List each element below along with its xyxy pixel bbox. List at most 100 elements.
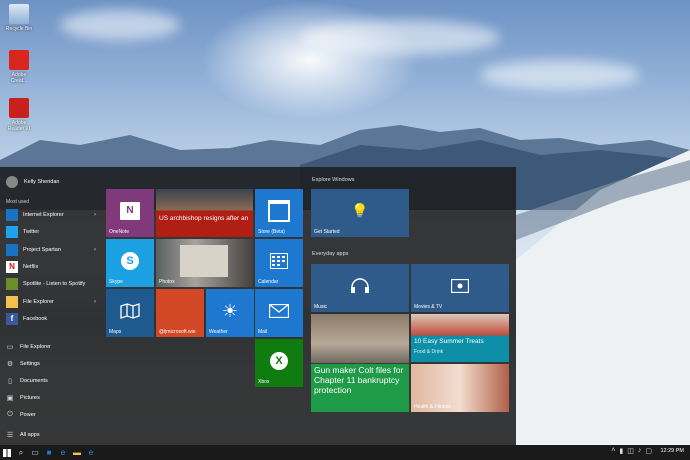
- tile-xbox[interactable]: X Xbox: [255, 339, 303, 387]
- adobe-reader-icon: [9, 98, 29, 118]
- netflix-icon: N: [6, 261, 18, 273]
- chevron-right-icon[interactable]: ›: [94, 247, 96, 253]
- tile-movies-tv[interactable]: Movies & TV: [411, 264, 509, 312]
- taskbar-file-explorer[interactable]: ▬: [70, 445, 84, 460]
- desktop-icon-adobe-reader[interactable]: Adobe Reader XI: [4, 98, 34, 132]
- app-netflix[interactable]: N Netflix: [6, 260, 96, 274]
- system-label: Power: [20, 412, 36, 418]
- system-label: Documents: [20, 378, 48, 384]
- tile-health-fitness[interactable]: Health & Fitness: [411, 364, 509, 412]
- browser-icon: e: [88, 448, 94, 457]
- store-bag-icon: [268, 199, 290, 222]
- news-headline: US archbishop resigns after an: [159, 215, 249, 222]
- app-internet-explorer[interactable]: Internet Explorer ›: [6, 208, 96, 222]
- chevron-up-icon[interactable]: ˄: [611, 447, 615, 455]
- app-spotlite[interactable]: Spotlite - Listen to Spotify: [6, 277, 96, 291]
- tile-label: Health & Fitness: [414, 404, 451, 410]
- taskbar-clock[interactable]: 12:29 PM: [660, 448, 684, 454]
- battery-icon[interactable]: ▮: [619, 447, 623, 455]
- tile-onenote[interactable]: N OneNote: [106, 189, 154, 237]
- chevron-right-icon[interactable]: ›: [94, 212, 96, 218]
- taskbar-internet-explorer[interactable]: e: [56, 445, 70, 460]
- app-label: Twitter: [23, 229, 40, 235]
- app-twitter[interactable]: Twitter: [6, 225, 96, 239]
- tile-food-drink[interactable]: 10 Easy Summer Treats Food & Drink: [411, 314, 509, 362]
- tile-music[interactable]: Music: [311, 264, 409, 312]
- tile-mail[interactable]: Mail: [255, 289, 303, 337]
- task-view-button[interactable]: ▭: [28, 445, 42, 460]
- app-label: Netflix: [23, 264, 39, 270]
- tile-office[interactable]: @ijmicrosoft.wie: [156, 289, 204, 337]
- system-pictures[interactable]: ▣ Pictures: [6, 392, 40, 404]
- tile-news[interactable]: US archbishop resigns after an: [156, 189, 253, 237]
- app-label: Internet Explorer: [23, 212, 64, 218]
- store-icon: ■: [46, 448, 52, 457]
- skype-icon: S: [121, 251, 139, 270]
- xbox-icon: X: [270, 351, 288, 370]
- tile-label: Music: [314, 304, 328, 310]
- windows-logo-icon: [3, 448, 11, 457]
- user-avatar: [6, 176, 18, 188]
- system-label: File Explorer: [20, 344, 51, 350]
- system-power[interactable]: ⏻ Power: [6, 409, 36, 421]
- desktop-icon-recycle-bin[interactable]: Recycle Bin: [4, 4, 34, 32]
- taskbar: ⌕ ▭ ■ e ▬ e ˄ ▮ ◫ ♪ ▢ 12:29 PM: [0, 445, 690, 460]
- food-title: 10 Easy Summer Treats: [414, 338, 484, 345]
- tile-weather[interactable]: ☀ Weather: [206, 289, 254, 337]
- list-icon: ☰: [6, 432, 14, 439]
- start-button[interactable]: [0, 445, 14, 460]
- tile-label: Mail: [258, 329, 268, 335]
- chevron-right-icon[interactable]: ›: [94, 299, 96, 305]
- system-tray: ˄ ▮ ◫ ♪ ▢: [611, 447, 652, 455]
- app-project-spartan[interactable]: Project Spartan ›: [6, 243, 96, 257]
- tile-skype[interactable]: S Skype: [106, 239, 154, 287]
- start-menu: Kelly Sheridan Most used Internet Explor…: [0, 167, 516, 445]
- tile-news-large[interactable]: Gun maker Colt files for Chapter 11 bank…: [311, 314, 409, 412]
- network-icon[interactable]: ◫: [627, 447, 634, 455]
- desktop-icon-adobe-creative[interactable]: Adobe Creat...: [4, 50, 34, 84]
- everyday-apps-header: Everyday apps: [312, 251, 349, 257]
- tile-label: Photos: [159, 279, 175, 285]
- user-account[interactable]: Kelly Sheridan: [6, 176, 59, 188]
- onenote-icon: N: [120, 201, 140, 220]
- tile-photos[interactable]: Photos: [156, 239, 253, 287]
- picture-icon: ▣: [6, 395, 14, 402]
- tile-label: Store (Beta): [258, 229, 285, 235]
- tile-label: Xbox: [258, 379, 270, 385]
- mail-envelope-icon: [269, 303, 289, 318]
- calendar-icon: [270, 252, 288, 269]
- system-file-explorer[interactable]: ▭ File Explorer: [6, 341, 51, 353]
- tile-get-started[interactable]: 💡 Get Started: [311, 189, 409, 237]
- tile-label: OneNote: [109, 229, 130, 235]
- desktop-icon-label: Adobe Creat...: [10, 72, 28, 84]
- volume-icon[interactable]: ♪: [638, 447, 642, 455]
- taskbar-store[interactable]: ■: [42, 445, 56, 460]
- system-all-apps[interactable]: ☰ All apps: [6, 429, 40, 441]
- spotlite-icon: [6, 278, 18, 290]
- app-label: Project Spartan: [23, 247, 61, 253]
- tile-store[interactable]: Store (Beta): [255, 189, 303, 237]
- action-center-icon[interactable]: ▢: [645, 447, 652, 455]
- search-button[interactable]: ⌕: [14, 445, 28, 460]
- most-used-header: Most used: [6, 199, 30, 205]
- tile-label: Skype: [109, 279, 123, 285]
- document-icon: ▯: [8, 378, 12, 385]
- gear-icon: ⚙: [6, 361, 14, 368]
- app-facebook[interactable]: f Facebook: [6, 312, 96, 326]
- tile-label: Weather: [209, 329, 228, 335]
- tile-calendar[interactable]: Calendar: [255, 239, 303, 287]
- desktop-icon-label: Recycle Bin: [5, 26, 33, 32]
- desktop-icon-label: Adobe Reader XI: [7, 120, 31, 132]
- photo-preview: [180, 245, 228, 277]
- taskbar-spartan[interactable]: e: [84, 445, 98, 460]
- app-file-explorer[interactable]: File Explorer ›: [6, 295, 96, 309]
- user-name: Kelly Sheridan: [24, 179, 60, 185]
- tile-maps[interactable]: Maps: [106, 289, 154, 337]
- app-label: Facebook: [23, 316, 48, 322]
- task-view-icon: ▭: [31, 448, 39, 457]
- system-label: All apps: [20, 432, 40, 438]
- system-settings[interactable]: ⚙ Settings: [6, 358, 40, 370]
- system-documents[interactable]: ▯ Documents: [6, 375, 48, 387]
- folder-icon: [6, 296, 18, 308]
- internet-explorer-icon: e: [60, 448, 66, 457]
